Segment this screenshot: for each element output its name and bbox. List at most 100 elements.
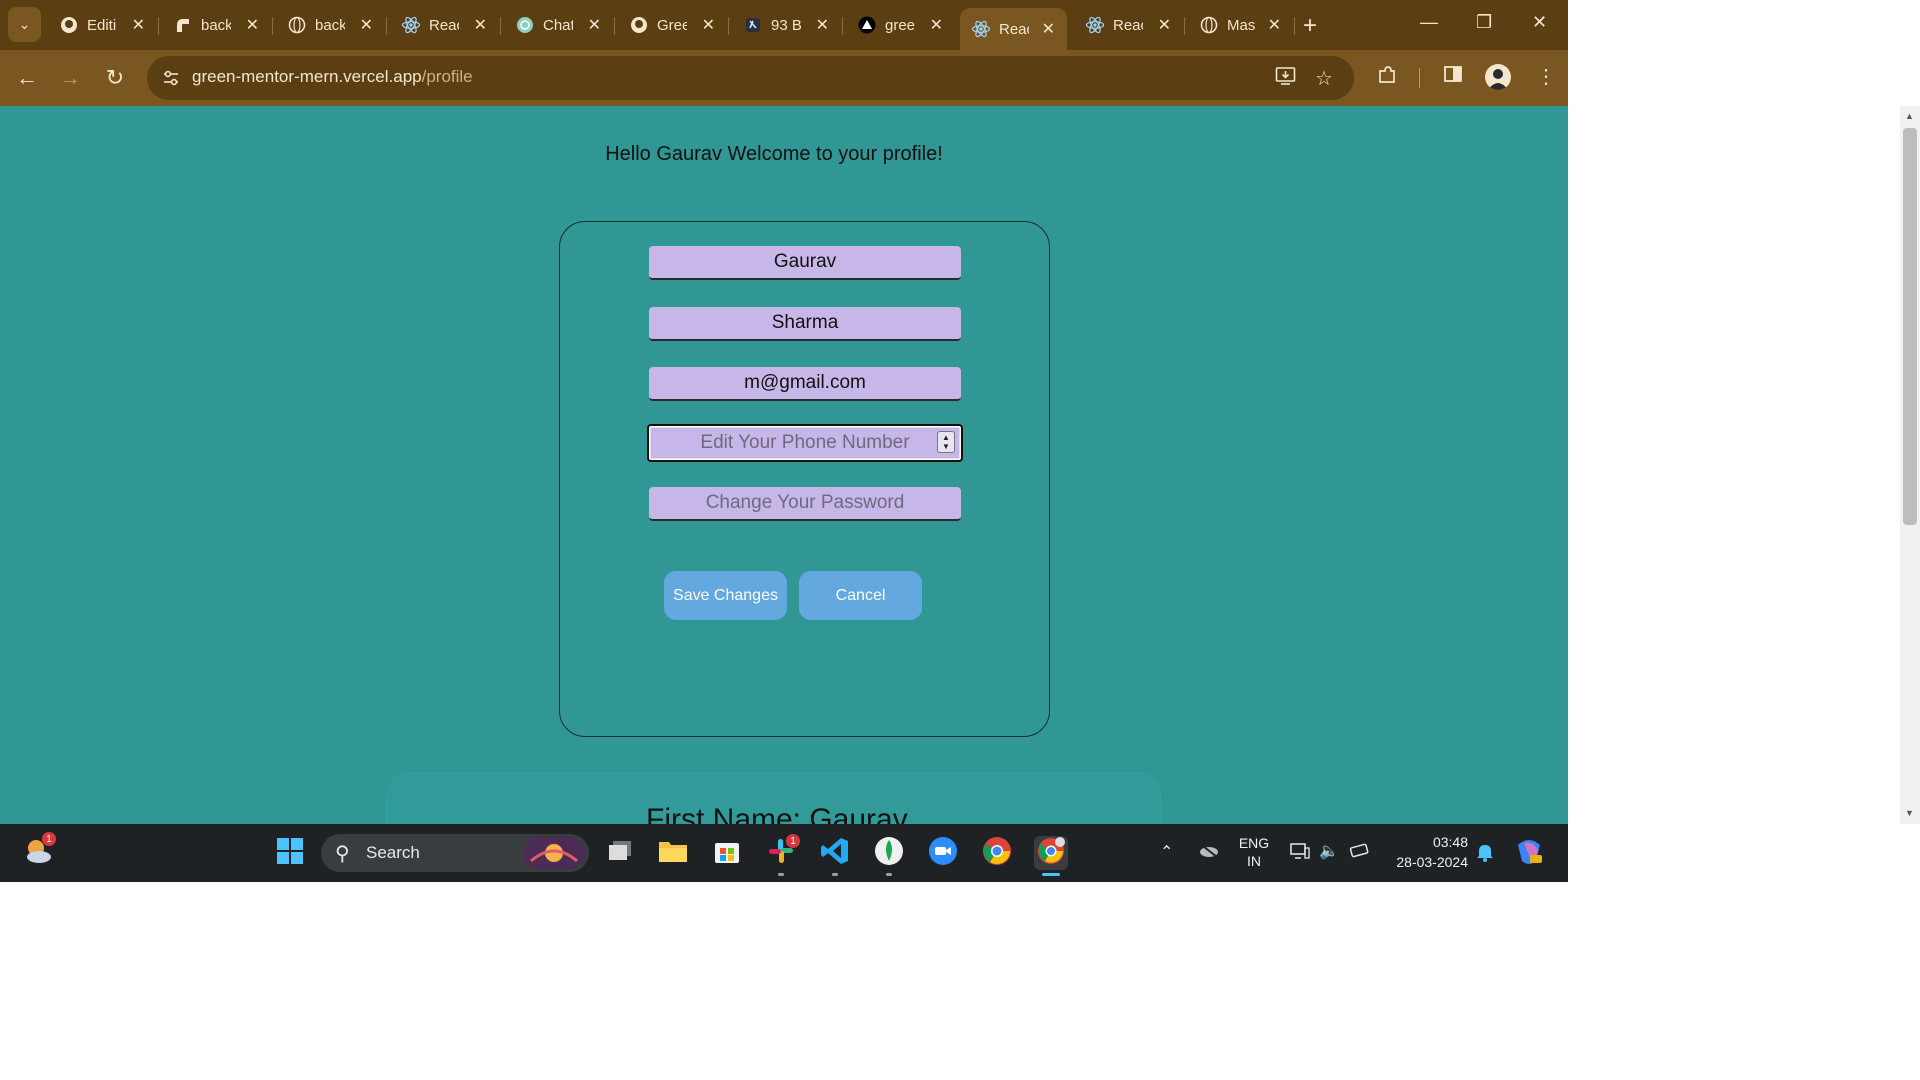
network-icon[interactable]: [1290, 842, 1310, 865]
profile-greeting: Hello Gaurav Welcome to your profile!: [605, 143, 943, 165]
mongodb-compass-button[interactable]: [872, 836, 906, 870]
tab-active[interactable]: Reac ✕: [960, 8, 1067, 50]
bookmark-star-icon[interactable]: ☆: [1315, 66, 1333, 91]
file-explorer-button[interactable]: [656, 836, 690, 870]
close-icon[interactable]: ✕: [930, 15, 943, 35]
tab[interactable]: back ✕: [159, 8, 271, 42]
side-panel-icon[interactable]: [1443, 64, 1463, 90]
phone-input[interactable]: [647, 424, 963, 462]
close-icon[interactable]: ✕: [702, 15, 715, 35]
onedrive-icon[interactable]: [1197, 842, 1219, 863]
tab[interactable]: gree ✕: [843, 8, 955, 42]
taskbar-search-label: Search: [366, 843, 420, 862]
task-view-button[interactable]: [603, 836, 637, 870]
url-path: /profile: [421, 67, 473, 86]
close-icon[interactable]: ✕: [246, 15, 259, 35]
tab[interactable]: Reac ✕: [387, 8, 499, 42]
scroll-up-icon[interactable]: ▲: [1905, 111, 1914, 121]
profile-avatar[interactable]: [1485, 64, 1511, 90]
email-input[interactable]: [649, 367, 961, 401]
vscode-button[interactable]: [818, 836, 852, 870]
slack-button[interactable]: 1: [764, 834, 800, 870]
chrome-profile-icon: [1036, 836, 1066, 871]
zoom-button[interactable]: [926, 836, 960, 870]
back-button[interactable]: ←: [13, 64, 41, 92]
clock-date: 28-03-2024: [1396, 854, 1468, 870]
language-indicator[interactable]: ENG IN: [1236, 834, 1272, 870]
toolbar-separator: [1419, 68, 1420, 88]
task-view-icon: [607, 840, 633, 867]
close-icon[interactable]: ✕: [474, 15, 487, 35]
microsoft-store-button[interactable]: [710, 836, 744, 870]
restore-icon[interactable]: ❐: [1476, 12, 1492, 33]
spinner-up-icon[interactable]: ▲: [942, 433, 950, 442]
system-clock[interactable]: 03:48 28-03-2024: [1386, 832, 1468, 872]
react-icon: [401, 15, 421, 35]
url-domain: green-mentor-mern.vercel.app: [192, 67, 422, 86]
profile-details-card: First Name: Gaurav: [386, 772, 1161, 824]
more-menu-icon[interactable]: ⋮: [1536, 64, 1556, 89]
close-icon[interactable]: ✕: [1042, 19, 1055, 39]
tab-label: Gree: [657, 16, 687, 34]
tab-label: Reac: [1113, 16, 1143, 34]
cancel-button[interactable]: Cancel: [799, 571, 922, 620]
chrome-profile-button[interactable]: [1034, 836, 1068, 870]
battery-icon[interactable]: [1349, 842, 1371, 863]
tab-search-button[interactable]: ⌄: [8, 7, 41, 42]
last-name-input[interactable]: [649, 307, 961, 341]
spinner-down-icon[interactable]: ▼: [942, 442, 950, 451]
close-icon[interactable]: ✕: [1158, 15, 1171, 35]
reload-button[interactable]: ↻: [101, 64, 129, 92]
github-icon: [59, 15, 79, 35]
first-name-input[interactable]: [649, 246, 961, 280]
browser-toolbar: ← → ↻ green-mentor-mern.vercel.app/profi…: [0, 50, 1568, 106]
render-icon: [173, 15, 193, 35]
close-icon[interactable]: ✕: [588, 15, 601, 35]
zoom-icon: [928, 836, 958, 871]
site-settings-icon[interactable]: [161, 68, 181, 88]
phone-field-wrapper: ▲ ▼: [647, 424, 963, 462]
running-indicator: [886, 873, 892, 876]
close-icon[interactable]: ✕: [816, 15, 829, 35]
tab[interactable]: Editi ✕: [45, 8, 157, 42]
notification-bell-icon[interactable]: [1476, 842, 1494, 867]
tab[interactable]: Chat ✕: [501, 8, 613, 42]
tab-label: Editi: [87, 16, 117, 34]
volume-icon[interactable]: 🔈: [1319, 841, 1339, 861]
chrome-button[interactable]: [980, 836, 1014, 870]
weather-widget[interactable]: 1: [22, 832, 56, 870]
scrollbar-thumb[interactable]: [1903, 128, 1917, 525]
save-changes-button[interactable]: Save Changes: [664, 571, 787, 620]
profile-edit-card: ▲ ▼ Save Changes Cancel: [559, 221, 1050, 737]
tab-label: back: [315, 16, 345, 34]
tab[interactable]: 93 B ✕: [729, 8, 841, 42]
number-spinner[interactable]: ▲ ▼: [937, 431, 955, 453]
tab[interactable]: Reac ✕: [1071, 8, 1183, 42]
close-icon[interactable]: ✕: [360, 15, 373, 35]
chevron-down-icon: ⌄: [18, 16, 31, 32]
close-icon[interactable]: ✕: [132, 15, 145, 35]
close-icon[interactable]: ✕: [1268, 15, 1281, 35]
start-button[interactable]: [273, 836, 307, 870]
scroll-down-icon[interactable]: ▼: [1905, 808, 1914, 818]
tab[interactable]: Gree ✕: [615, 8, 727, 42]
react-icon: [1085, 15, 1105, 35]
page-scrollbar[interactable]: ▲ ▼: [1900, 106, 1920, 824]
new-tab-button[interactable]: +: [1303, 12, 1317, 40]
tab[interactable]: Mas ✕: [1185, 8, 1293, 42]
tab[interactable]: back ✕: [273, 8, 385, 42]
chrome-icon: [982, 836, 1012, 871]
taskbar-search[interactable]: ⚲ Search: [321, 834, 589, 872]
install-app-icon[interactable]: [1275, 66, 1297, 92]
extensions-icon[interactable]: [1376, 64, 1398, 92]
address-bar[interactable]: green-mentor-mern.vercel.app/profile ☆: [147, 56, 1354, 100]
arrow-left-icon: ←: [16, 65, 38, 90]
close-window-icon[interactable]: ✕: [1532, 12, 1547, 33]
globe-icon: [1199, 15, 1219, 35]
copilot-icon[interactable]: [1514, 837, 1544, 872]
running-indicator: [778, 873, 784, 876]
minimize-icon[interactable]: —: [1420, 12, 1438, 33]
chevron-up-icon[interactable]: ⌃: [1160, 842, 1173, 862]
forward-button[interactable]: →: [56, 64, 84, 92]
password-input[interactable]: [649, 487, 961, 521]
